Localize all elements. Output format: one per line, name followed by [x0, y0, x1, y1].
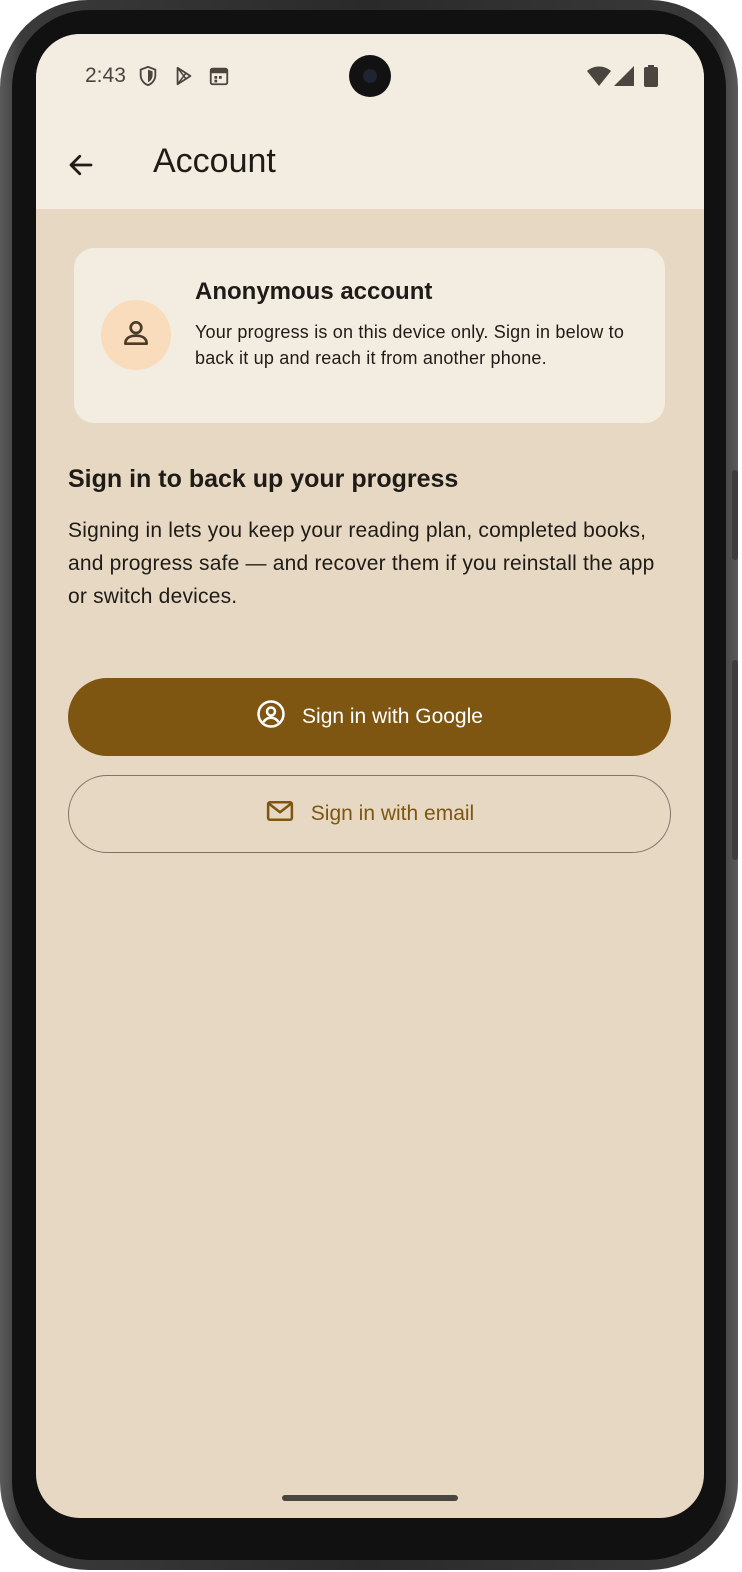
- status-bar: 2:43: [36, 34, 704, 120]
- play-store-icon: [173, 65, 195, 92]
- cell-signal-icon: [613, 65, 635, 92]
- calendar-icon: [208, 65, 230, 92]
- top-app-bar: Account: [36, 120, 704, 209]
- wifi-icon: [586, 65, 612, 92]
- page-title: Account: [153, 142, 276, 180]
- back-button[interactable]: [56, 142, 106, 192]
- front-camera: [349, 55, 391, 97]
- arrow-back-icon: [66, 150, 96, 185]
- sign-in-google-label: Sign in with Google: [302, 705, 483, 728]
- battery-icon: [643, 65, 659, 92]
- account-card-description: Your progress is on this device only. Si…: [195, 322, 625, 368]
- shield-icon: [137, 65, 159, 92]
- power-button: [732, 660, 738, 860]
- status-time: 2:43: [85, 64, 126, 87]
- home-indicator[interactable]: [282, 1495, 458, 1501]
- sign-in-email-button[interactable]: Sign in with email: [68, 775, 671, 853]
- account-circle-icon: [256, 699, 286, 735]
- sign-in-section-description: Signing in lets you keep your reading pl…: [68, 519, 655, 608]
- person-icon: [120, 317, 152, 354]
- sign-in-section-title: Sign in to back up your progress: [68, 465, 459, 493]
- volume-button: [732, 470, 738, 560]
- phone-frame: 2:43 Account Anonymous account Your prog…: [0, 0, 738, 1570]
- avatar: [101, 300, 171, 370]
- mail-icon: [265, 796, 295, 832]
- screen: 2:43 Account Anonymous account Your prog…: [36, 34, 704, 1518]
- account-status-card: Anonymous account Your progress is on th…: [74, 248, 665, 423]
- account-card-title: Anonymous account: [195, 278, 433, 305]
- sign-in-google-button[interactable]: Sign in with Google: [68, 678, 671, 756]
- sign-in-email-label: Sign in with email: [310, 802, 475, 825]
